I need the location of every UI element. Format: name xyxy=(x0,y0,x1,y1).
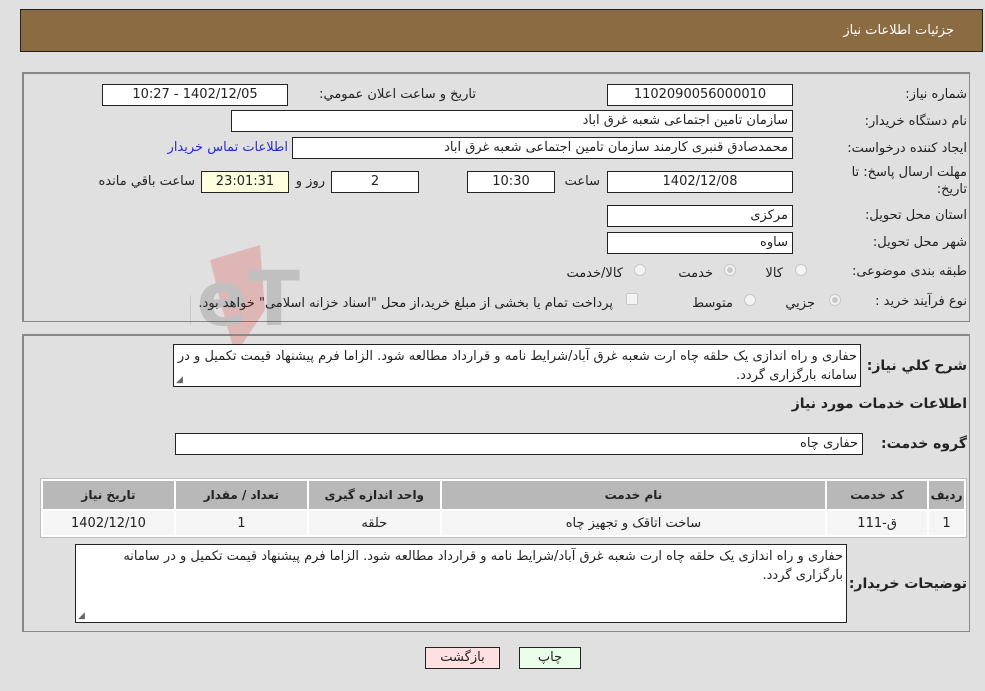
category-label: طبقه بندی موضوعی: xyxy=(851,264,967,279)
deadline-label-line2: تاریخ: xyxy=(936,182,967,197)
need-number-label: شماره نیاز: xyxy=(905,87,967,102)
remaining-days-field: 2 xyxy=(331,171,419,193)
remaining-time-field: 23:01:31 xyxy=(201,171,289,193)
need-number-field: 1102090056000010 xyxy=(607,84,793,106)
table-header-row: ردیف کد خدمت نام خدمت واحد اندازه گیری ت… xyxy=(43,481,964,509)
buyer-notes-text: حفاری و راه اندازی یک حلقه چاه ارت شعبه … xyxy=(123,549,843,583)
page-header: جزئیات اطلاعات نیاز xyxy=(20,9,983,52)
category-option-goods: کالا xyxy=(765,266,783,281)
category-option-service: خدمت xyxy=(678,266,713,281)
deadline-time-field: 10:30 xyxy=(467,171,555,193)
col-need-date: تاریخ نیاز xyxy=(43,481,174,509)
announce-label: تاریخ و ساعت اعلان عمومي: xyxy=(319,87,476,102)
buyer-notes-label: توضیحات خریدار: xyxy=(848,576,967,592)
province-label: استان محل تحویل: xyxy=(865,208,967,223)
deadline-date-field: 1402/12/08 xyxy=(607,171,793,193)
back-button[interactable]: بازگشت xyxy=(425,647,500,669)
purchase-option-minor: جزيي xyxy=(785,296,815,311)
purchase-type-label: نوع فرآیند خرید : xyxy=(875,294,967,309)
treasury-checkbox[interactable] xyxy=(626,293,638,305)
requester-field: محمدصادق قنبری کارمند سازمان تامین اجتما… xyxy=(292,137,793,159)
treasury-note: پرداخت تمام یا بخشی از مبلغ خرید،از محل … xyxy=(198,296,613,311)
cell-service-name: ساخت اتاقک و تجهیز چاه xyxy=(441,511,826,535)
service-group-field: حفاری چاه xyxy=(175,433,863,455)
deadline-label-line1: مهلت ارسال پاسخ: تا xyxy=(851,165,967,180)
announce-date-field: 1402/12/05 - 10:27 xyxy=(102,84,288,106)
buyer-notes-textarea[interactable]: حفاری و راه اندازی یک حلقه چاه ارت شعبه … xyxy=(75,544,847,623)
table-row: 1 ق-111 ساخت اتاقک و تجهیز چاه حلقه 1 14… xyxy=(43,511,964,535)
city-label: شهر محل تحویل: xyxy=(872,235,967,250)
category-radio-service[interactable] xyxy=(724,264,736,276)
days-label: روز و xyxy=(295,174,325,189)
col-service-name: نام خدمت xyxy=(441,481,826,509)
col-row: ردیف xyxy=(929,481,964,509)
col-unit: واحد اندازه گیری xyxy=(308,481,440,509)
buyer-contact-link[interactable]: اطلاعات تماس خریدار xyxy=(168,140,288,155)
deadline-time-label: ساعت xyxy=(564,174,600,189)
cell-row: 1 xyxy=(929,511,964,535)
service-group-label: گروه خدمت: xyxy=(881,436,967,452)
description-label: شرح کلي نیاز: xyxy=(866,358,967,374)
services-table: ردیف کد خدمت نام خدمت واحد اندازه گیری ت… xyxy=(40,478,967,538)
description-textarea[interactable]: حفاری و راه اندازی یک حلقه چاه ارت شعبه … xyxy=(173,344,861,387)
requester-label: ایجاد کننده درخواست: xyxy=(847,141,967,156)
cell-service-code: ق-111 xyxy=(827,511,928,535)
page-title: جزئیات اطلاعات نیاز xyxy=(843,23,954,38)
city-field: ساوه xyxy=(607,232,793,254)
category-radio-goods[interactable] xyxy=(795,264,807,276)
remaining-time-label: ساعت باقي مانده xyxy=(98,174,195,189)
resize-handle-icon[interactable]: ◢ xyxy=(176,376,183,385)
purchase-option-medium: متوسط xyxy=(692,296,733,311)
resize-handle-icon[interactable]: ◢ xyxy=(78,612,85,621)
services-heading: اطلاعات خدمات مورد نیاز xyxy=(791,396,967,412)
col-service-code: کد خدمت xyxy=(827,481,928,509)
description-text: حفاری و راه اندازی یک حلقه چاه ارت شعبه … xyxy=(177,349,857,383)
category-radio-goods-service[interactable] xyxy=(634,264,646,276)
col-quantity: تعداد / مقدار xyxy=(175,481,307,509)
cell-quantity: 1 xyxy=(175,511,307,535)
buyer-org-label: نام دستگاه خریدار: xyxy=(864,114,967,129)
category-option-goods-service: کالا/خدمت xyxy=(566,266,623,281)
province-field: مرکزی xyxy=(607,205,793,227)
purchase-radio-minor[interactable] xyxy=(829,294,841,306)
cell-need-date: 1402/12/10 xyxy=(43,511,174,535)
print-button[interactable]: چاپ xyxy=(519,647,581,669)
cell-unit: حلقه xyxy=(308,511,440,535)
purchase-radio-medium[interactable] xyxy=(744,294,756,306)
buyer-org-field: سازمان تامین اجتماعی شعبه غرق اباد xyxy=(231,110,793,132)
